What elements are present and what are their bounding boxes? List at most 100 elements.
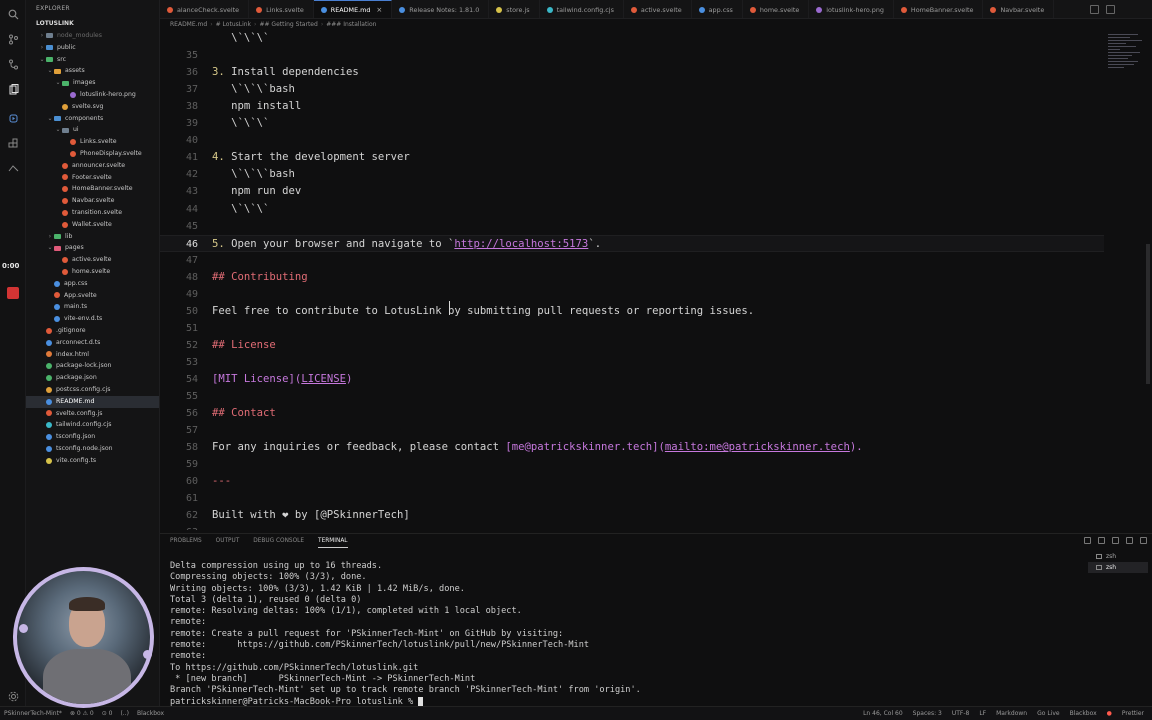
code-line[interactable]: 59 xyxy=(160,456,1104,473)
status-item[interactable]: Spaces: 3 xyxy=(913,707,942,720)
more-actions-icon[interactable] xyxy=(1106,5,1115,14)
code-line[interactable]: 45 xyxy=(160,218,1104,235)
file-item[interactable]: tsconfig.json xyxy=(26,431,159,443)
files-icon[interactable] xyxy=(5,82,21,98)
file-item[interactable]: Navbar.svelte xyxy=(26,195,159,207)
code-line[interactable]: 47 xyxy=(160,252,1104,269)
code-line[interactable]: \`\`\` xyxy=(160,30,1104,47)
terminal-instance[interactable]: zsh xyxy=(1088,551,1148,562)
code-line[interactable]: 38 npm install xyxy=(160,98,1104,115)
code-line[interactable]: 61 xyxy=(160,490,1104,507)
breadcrumb-item[interactable]: ## Getting Started xyxy=(259,21,317,28)
code-line[interactable]: 50 Feel free to contribute to LotusLink b… xyxy=(160,303,1104,320)
status-item[interactable]: LF xyxy=(979,707,986,720)
code-line[interactable]: 56 ## Contact xyxy=(160,405,1104,422)
folder-item[interactable]: › public xyxy=(26,42,159,54)
file-item[interactable]: vite-env.d.ts xyxy=(26,313,159,325)
editor-tab[interactable]: active.svelte xyxy=(624,0,692,18)
status-item[interactable]: UTF-8 xyxy=(952,707,970,720)
code-line[interactable]: 36 3. Install dependencies xyxy=(160,64,1104,81)
breadcrumb-item[interactable]: README.md xyxy=(170,21,207,28)
breadcrumb-item[interactable]: ### Installation xyxy=(326,21,376,28)
editor-tab[interactable]: tailwind.config.cjs xyxy=(540,0,624,18)
file-item[interactable]: index.html xyxy=(26,349,159,361)
extensions-icon[interactable] xyxy=(5,135,21,151)
file-item[interactable]: lotuslink-hero.png xyxy=(26,89,159,101)
status-item[interactable]: Ln 46, Col 60 xyxy=(863,707,903,720)
file-item[interactable]: .gitignore xyxy=(26,325,159,337)
code-line[interactable]: 40 xyxy=(160,132,1104,149)
file-item[interactable]: HomeBanner.svelte xyxy=(26,183,159,195)
status-item[interactable]: Markdown xyxy=(996,707,1027,720)
file-item[interactable]: tailwind.config.cjs xyxy=(26,419,159,431)
panel-tab-terminal[interactable]: TERMINAL xyxy=(318,534,348,548)
file-item[interactable]: main.ts xyxy=(26,301,159,313)
file-item[interactable]: package-lock.json xyxy=(26,360,159,372)
code-line[interactable]: 63 xyxy=(160,524,1104,530)
split-terminal-icon[interactable] xyxy=(1098,537,1105,544)
file-item[interactable]: announcer.svelte xyxy=(26,160,159,172)
code-line[interactable]: 49 xyxy=(160,286,1104,303)
recording-indicator-icon[interactable]: ● xyxy=(1107,707,1112,720)
file-item[interactable]: vite.config.ts xyxy=(26,455,159,467)
project-folder-title[interactable]: LOTUSLINK xyxy=(26,18,159,30)
file-item[interactable]: home.svelte xyxy=(26,266,159,278)
status-item[interactable]: ⊗ 0 ⚠ 0 xyxy=(70,707,94,720)
code-line[interactable]: 44 \`\`\` xyxy=(160,201,1104,218)
run-debug-icon[interactable] xyxy=(5,110,21,126)
code-line[interactable]: 41 4. Start the development server xyxy=(160,149,1104,166)
file-item[interactable]: svelte.svg xyxy=(26,101,159,113)
gear-icon[interactable] xyxy=(5,688,21,704)
status-item[interactable]: PSkinnerTech-Mint* xyxy=(4,707,62,720)
editor-tab[interactable]: Navbar.svelte xyxy=(983,0,1055,18)
code-line[interactable]: 51 xyxy=(160,320,1104,337)
folder-item[interactable]: ⌄ src xyxy=(26,54,159,66)
status-item[interactable]: Prettier xyxy=(1122,707,1144,720)
editor-tab[interactable]: store.js xyxy=(489,0,540,18)
editor-tab[interactable]: lotuslink-hero.png xyxy=(809,0,894,18)
code-line[interactable]: 54 [MIT License](LICENSE) xyxy=(160,371,1104,388)
file-item[interactable]: package.json xyxy=(26,372,159,384)
code-line[interactable]: 48 ## Contributing xyxy=(160,269,1104,286)
file-item[interactable]: App.svelte xyxy=(26,290,159,302)
status-item[interactable]: Blackbox xyxy=(1070,707,1097,720)
close-icon[interactable]: × xyxy=(376,6,382,14)
editor-tab[interactable]: HomeBanner.svelte xyxy=(894,0,984,18)
status-item[interactable]: ⊙ 0 xyxy=(102,707,113,720)
code-line[interactable]: 52 ## License xyxy=(160,337,1104,354)
editor-tab[interactable]: Release Notes: 1.81.0 xyxy=(392,0,490,18)
file-item[interactable]: tsconfig.node.json xyxy=(26,443,159,455)
panel-tab-debug-console[interactable]: DEBUG CONSOLE xyxy=(253,534,304,548)
code-line[interactable]: 55 xyxy=(160,388,1104,405)
minimap[interactable] xyxy=(1108,34,1144,74)
panel-tab-output[interactable]: OUTPUT xyxy=(216,534,240,548)
folder-item[interactable]: ⌄ components xyxy=(26,113,159,125)
status-item[interactable]: Go Live xyxy=(1037,707,1059,720)
terminal-output[interactable]: Delta compression using up to 16 threads… xyxy=(170,561,1080,708)
editor-scrollbar[interactable] xyxy=(1146,244,1150,384)
terminal-instance[interactable]: zsh xyxy=(1088,562,1148,573)
folder-item[interactable]: ⌄ ui xyxy=(26,124,159,136)
panel-tab-problems[interactable]: PROBLEMS xyxy=(170,534,202,548)
code-line[interactable]: 58 For any inquiries or feedback, please … xyxy=(160,439,1104,456)
file-item[interactable]: arconnect.d.ts xyxy=(26,337,159,349)
file-item[interactable]: Wallet.svelte xyxy=(26,219,159,231)
code-line[interactable]: 53 xyxy=(160,354,1104,371)
code-line[interactable]: 39 \`\`\` xyxy=(160,115,1104,132)
breadcrumb-item[interactable]: # LotusLink xyxy=(216,21,251,28)
file-item[interactable]: transition.svelte xyxy=(26,207,159,219)
folder-item[interactable]: ⌄ assets xyxy=(26,65,159,77)
editor-tab[interactable]: Links.svelte xyxy=(249,0,314,18)
editor-tab[interactable]: app.css xyxy=(692,0,743,18)
code-line[interactable]: 43 npm run dev xyxy=(160,183,1104,200)
folder-item[interactable]: › node_modules xyxy=(26,30,159,42)
file-item[interactable]: active.svelte xyxy=(26,254,159,266)
code-line[interactable]: 57 xyxy=(160,422,1104,439)
code-line[interactable]: 60 --- xyxy=(160,473,1104,490)
new-terminal-icon[interactable] xyxy=(1084,537,1091,544)
code-line[interactable]: 37 \`\`\`bash xyxy=(160,81,1104,98)
code-line[interactable]: 35 xyxy=(160,47,1104,64)
folder-item[interactable]: ⌄ images xyxy=(26,77,159,89)
editor-tab[interactable]: README.md × xyxy=(313,0,393,18)
code-line[interactable]: 62 Built with ❤ by [@PSkinnerTech] xyxy=(160,507,1104,524)
